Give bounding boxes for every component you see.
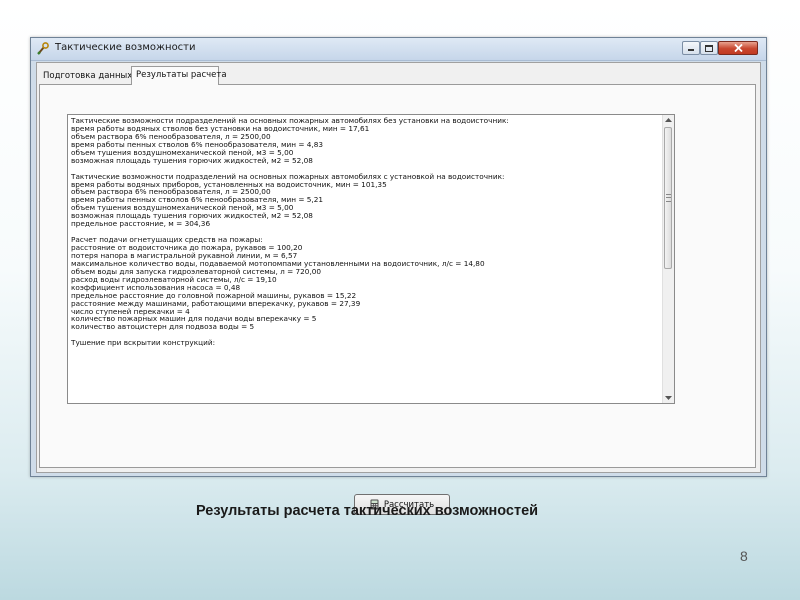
results-tab-page: Тактические возможности подразделений на…	[39, 84, 756, 515]
title-bar[interactable]: Тактические возможности	[31, 38, 766, 61]
scroll-down-button[interactable]	[663, 393, 674, 403]
maximize-button[interactable]	[700, 41, 718, 55]
wrench-app-icon	[37, 42, 49, 55]
app-window: Тактические возможности Подготовка данны…	[30, 37, 767, 515]
scroll-down-arrow-icon	[665, 396, 672, 400]
client-area: Подготовка данных Результаты расчета Так…	[36, 62, 761, 515]
result-line: предельное расстояние, м = 304,36	[71, 219, 211, 229]
result-line: количество автоцистерн для подвоза воды …	[71, 322, 255, 332]
close-button[interactable]	[718, 41, 758, 55]
close-icon	[733, 44, 743, 52]
vertical-scrollbar[interactable]	[662, 115, 674, 403]
minimize-button[interactable]	[682, 41, 700, 55]
scroll-thumb[interactable]	[664, 127, 672, 269]
minimize-icon	[688, 49, 694, 51]
slide-number: 8	[740, 548, 748, 564]
tab-data-preparation[interactable]: Подготовка данных	[39, 68, 132, 85]
result-line: Тушение при вскрытии конструкций:	[71, 338, 216, 348]
results-textarea[interactable]: Тактические возможности подразделений на…	[67, 114, 675, 404]
window-title: Тактические возможности	[55, 42, 196, 53]
maximize-icon	[705, 44, 713, 52]
scroll-up-arrow-icon	[665, 118, 672, 122]
scroll-up-button[interactable]	[663, 115, 674, 125]
result-line: возможная площадь тушения горючих жидкос…	[71, 155, 313, 165]
slide-caption: Результаты расчета тактических возможнос…	[196, 503, 539, 519]
results-text: Тактические возможности подразделений на…	[71, 117, 661, 347]
tab-calculation-results[interactable]: Результаты расчета	[131, 66, 227, 85]
scroll-grip-icon	[666, 194, 671, 202]
